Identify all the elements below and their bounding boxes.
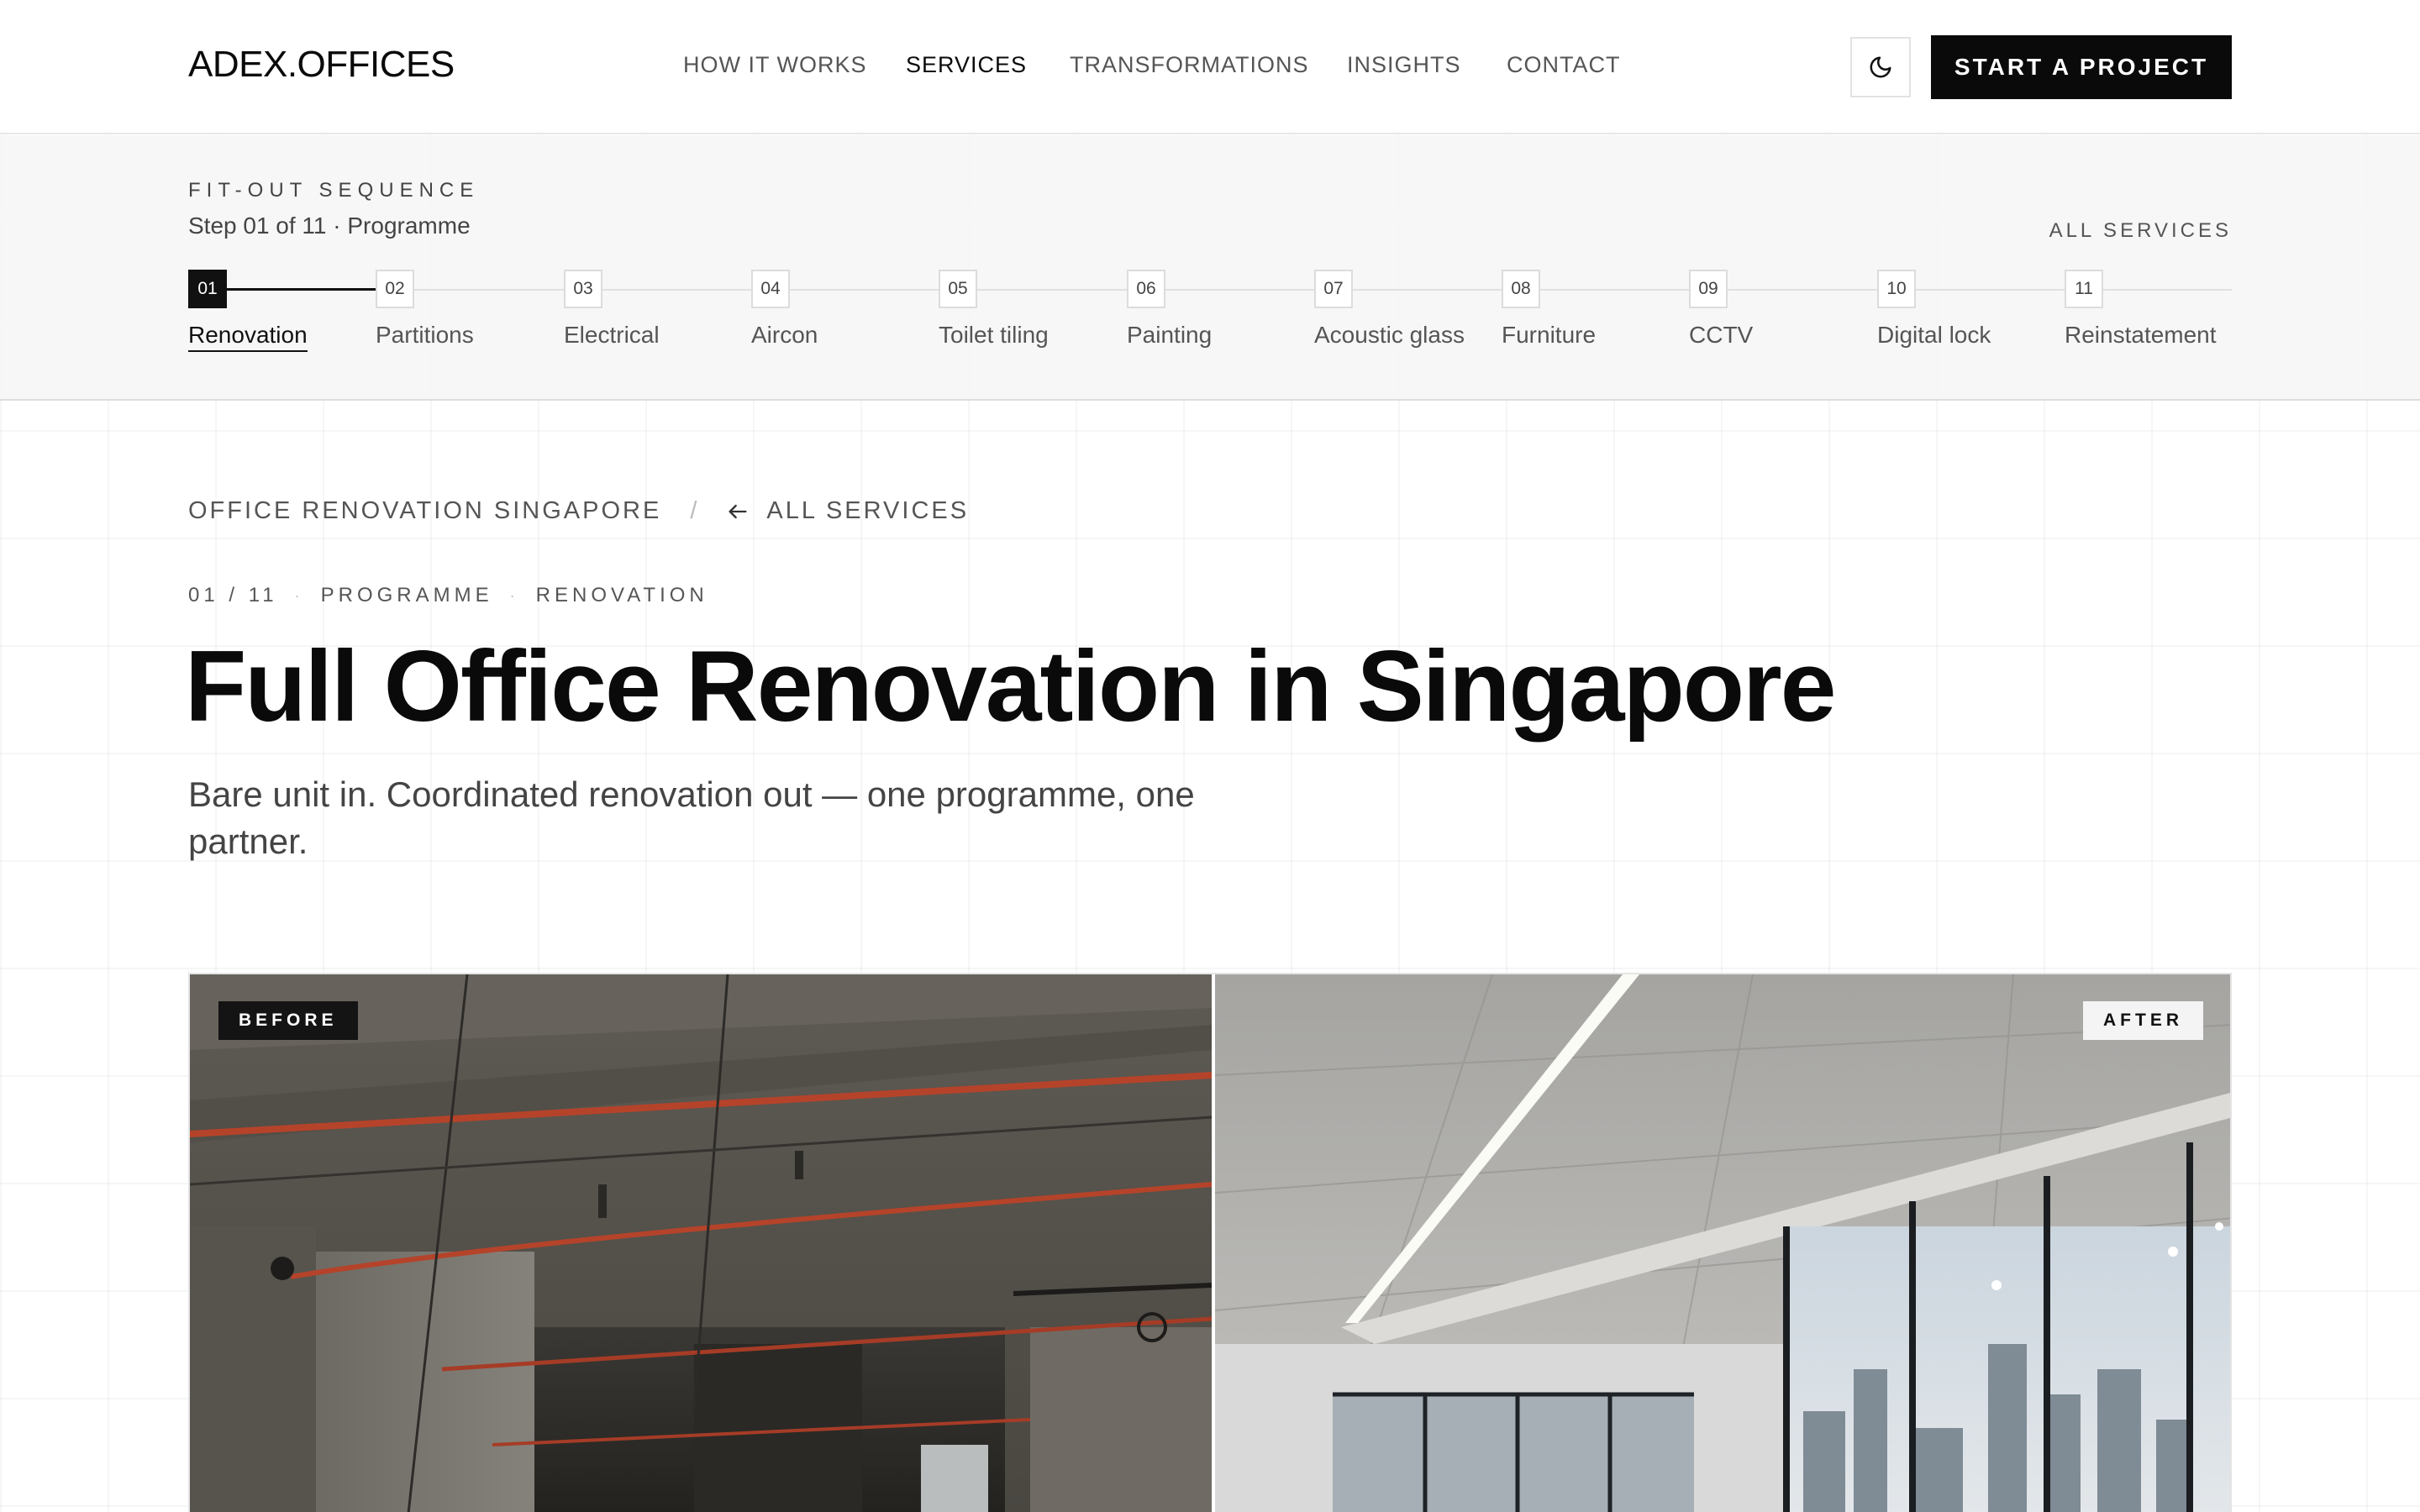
back-to-services-link[interactable]: ALL SERVICES: [726, 497, 969, 525]
bare-concrete-office-photo: [190, 974, 1212, 1512]
step-number: 03: [564, 270, 602, 308]
step-renovation[interactable]: 01 Renovation: [188, 270, 308, 352]
step-label: Aircon: [751, 322, 818, 348]
step-painting[interactable]: 06 Painting: [1127, 270, 1212, 349]
step-number: 04: [751, 270, 790, 308]
start-project-button[interactable]: START A PROJECT: [1931, 35, 2232, 99]
before-image: [190, 974, 1212, 1512]
step-aircon[interactable]: 04 Aircon: [751, 270, 818, 349]
theme-toggle-button[interactable]: [1850, 37, 1911, 97]
breadcrumb: OFFICE RENOVATION SINGAPORE / ALL SERVIC…: [188, 497, 969, 525]
step-acoustic-glass[interactable]: 07 Acoustic glass: [1314, 270, 1465, 349]
step-number: 02: [376, 270, 414, 308]
page-subtitle: Bare unit in. Coordinated renovation out…: [188, 774, 1195, 861]
fit-out-sequence: FIT-OUT SEQUENCE Step 01 of 11 · Program…: [0, 135, 2420, 401]
step-label: Electrical: [564, 322, 660, 348]
step-furniture[interactable]: 08 Furniture: [1502, 270, 1596, 349]
step-digital-lock[interactable]: 10 Digital lock: [1877, 270, 1991, 349]
step-number: 05: [939, 270, 977, 308]
nav-insights[interactable]: INSIGHTS: [1347, 52, 1461, 78]
before-after-comparison[interactable]: BEFORE AFTER: [188, 973, 2232, 1512]
service-meta: 01 / 11 · PROGRAMME · RENOVATION: [188, 584, 708, 607]
step-label: CCTV: [1689, 322, 1754, 348]
sequence-step-text: Step 01 of 11 · Programme: [188, 213, 471, 239]
step-number: 06: [1127, 270, 1165, 308]
all-services-link[interactable]: ALL SERVICES: [2049, 219, 2232, 243]
service-index: 01 / 11: [188, 584, 278, 606]
nav-services[interactable]: SERVICES: [906, 52, 1027, 78]
step-number: 11: [2065, 270, 2103, 308]
step-label: Toilet tiling: [939, 322, 1049, 348]
step-label: Furniture: [1502, 322, 1597, 348]
step-electrical[interactable]: 03 Electrical: [564, 270, 660, 349]
step-cctv[interactable]: 09 CCTV: [1689, 270, 1753, 349]
after-badge: AFTER: [2083, 1001, 2203, 1040]
site-logo[interactable]: ADEX.OFFICES: [188, 44, 455, 86]
step-label: Reinstatement: [2065, 322, 2217, 348]
nav-contact[interactable]: CONTACT: [1507, 52, 1621, 78]
step-label: Partitions: [376, 322, 474, 348]
before-badge: BEFORE: [218, 1001, 358, 1040]
step-label: Digital lock: [1877, 322, 1991, 348]
meta-separator: ·: [509, 586, 519, 604]
service-category: PROGRAMME: [320, 584, 493, 606]
nav-transformations[interactable]: TRANSFORMATIONS: [1070, 52, 1309, 78]
step-number: 10: [1877, 270, 1916, 308]
step-number: 08: [1502, 270, 1540, 308]
page-title: Full Office Renovation in Singapore: [185, 630, 1836, 743]
after-image: [1215, 974, 2230, 1512]
step-toilet-tiling[interactable]: 05 Toilet tiling: [939, 270, 1049, 349]
step-label: Acoustic glass: [1314, 322, 1465, 348]
breadcrumb-current: OFFICE RENOVATION SINGAPORE: [188, 497, 662, 524]
sequence-eyebrow: FIT-OUT SEQUENCE: [188, 179, 480, 202]
step-partitions[interactable]: 02 Partitions: [376, 270, 474, 349]
step-number: 07: [1314, 270, 1353, 308]
breadcrumb-separator: /: [690, 497, 700, 524]
service-name: RENOVATION: [535, 584, 708, 606]
back-link-label: ALL SERVICES: [766, 497, 970, 524]
step-label: Painting: [1127, 322, 1213, 348]
meta-separator: ·: [294, 586, 304, 604]
nav-how-it-works[interactable]: HOW IT WORKS: [683, 52, 867, 78]
step-number: 09: [1689, 270, 1728, 308]
renovated-office-photo: [1215, 974, 2230, 1512]
arrow-left-icon: [729, 504, 747, 518]
moon-icon: [1870, 56, 1891, 78]
site-header: ADEX.OFFICES HOW IT WORKS SERVICES TRANS…: [0, 0, 2420, 134]
step-number: 01: [188, 270, 227, 308]
step-label: Renovation: [188, 322, 308, 352]
step-reinstatement[interactable]: 11 Reinstatement: [2065, 270, 2217, 349]
